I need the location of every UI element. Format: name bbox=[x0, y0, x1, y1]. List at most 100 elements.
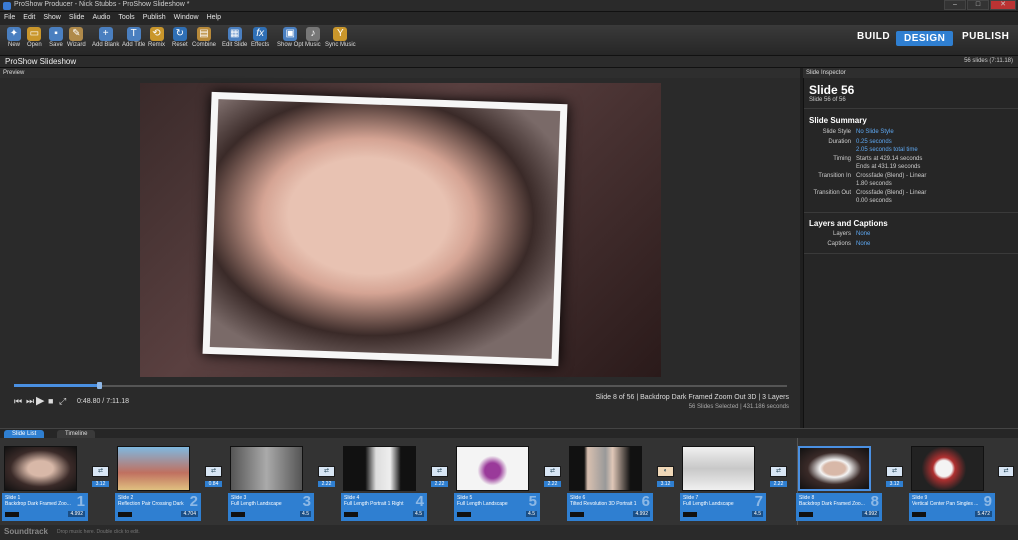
transition-icon[interactable]: ⇄ bbox=[431, 466, 448, 477]
preview-photo-frame bbox=[202, 91, 568, 367]
soundtrack-hint: Drop music here. Double click to edit. bbox=[57, 529, 140, 535]
slide-icons bbox=[344, 512, 358, 517]
edit-slide-button[interactable]: ▦ Edit Slide bbox=[222, 27, 247, 48]
style-label: Slide Style bbox=[822, 129, 851, 135]
menu-help[interactable]: Help bbox=[203, 12, 225, 23]
transition-icon[interactable]: ⇄ bbox=[998, 466, 1014, 477]
transition-icon[interactable]: ⇄ bbox=[205, 466, 222, 477]
menu-audio[interactable]: Audio bbox=[88, 12, 114, 23]
wizard-button[interactable]: ✎ Wizard bbox=[67, 27, 86, 48]
remix-button[interactable]: ⟲ Remix bbox=[148, 27, 165, 48]
slide-item[interactable]: Slide 7 Full Length Landscape 7 4.5 bbox=[680, 493, 766, 521]
slide-icons bbox=[683, 512, 697, 517]
slide-thumbnail[interactable] bbox=[4, 446, 77, 491]
add-blank-button[interactable]: + Add Blank bbox=[92, 27, 119, 48]
slide-item[interactable]: Slide 9 Vertical Center Pan Singles ... 9 5… bbox=[909, 493, 995, 521]
slide-thumbnail[interactable] bbox=[569, 446, 642, 491]
app-icon bbox=[3, 2, 11, 10]
new-button[interactable]: ✦ New bbox=[7, 27, 21, 48]
timing-label: Timing bbox=[833, 156, 851, 162]
transition-duration[interactable]: 3.12 bbox=[886, 481, 903, 487]
combine-button[interactable]: ▤ Combine bbox=[192, 27, 216, 48]
design-mode-button[interactable]: DESIGN bbox=[896, 31, 954, 46]
add-blank-icon: + bbox=[98, 27, 113, 41]
soundtrack-label: Soundtrack bbox=[4, 527, 49, 536]
transition-duration[interactable]: 3.12 bbox=[657, 481, 674, 487]
transition-duration[interactable]: 2.22 bbox=[318, 481, 335, 487]
slide-thumbnail[interactable] bbox=[343, 446, 416, 491]
maximize-button[interactable]: □ bbox=[967, 0, 989, 10]
duration-total: 2.05 seconds total time bbox=[856, 147, 918, 153]
effects-button[interactable]: fx Effects bbox=[251, 27, 269, 48]
style-value[interactable]: No Slide Style bbox=[856, 129, 894, 135]
reset-icon: ↻ bbox=[172, 27, 187, 41]
duration-value[interactable]: 0.25 seconds bbox=[856, 139, 892, 145]
minimize-button[interactable]: – bbox=[944, 0, 966, 10]
slide-thumbnail[interactable] bbox=[682, 446, 755, 491]
slide-thumbnail[interactable] bbox=[456, 446, 529, 491]
menu-publish[interactable]: Publish bbox=[139, 12, 170, 23]
soundtrack-bar[interactable]: Soundtrack Drop music here. Double click… bbox=[0, 525, 1018, 540]
transition-duration[interactable]: 3.12 bbox=[92, 481, 109, 487]
transition-out-value: Crossfade (Blend) - Linear bbox=[856, 190, 927, 196]
effects-icon: fx bbox=[253, 27, 268, 41]
menu-file[interactable]: File bbox=[0, 12, 19, 23]
step-back-icon[interactable]: ⏭ bbox=[26, 396, 34, 407]
window-title: ProShow Producer - Nick Stubbs - ProShow… bbox=[14, 1, 190, 8]
transition-duration[interactable]: 2.22 bbox=[770, 481, 787, 487]
transition-duration[interactable]: 2.22 bbox=[544, 481, 561, 487]
slide-item[interactable]: Slide 5 Full Length Landscape 5 4.5 bbox=[454, 493, 540, 521]
menu-tools[interactable]: Tools bbox=[114, 12, 138, 23]
menu-show[interactable]: Show bbox=[39, 12, 65, 23]
sync-music-button[interactable]: Y Sync Music bbox=[325, 27, 356, 48]
menu-slide[interactable]: Slide bbox=[65, 12, 89, 23]
menu-edit[interactable]: Edit bbox=[19, 12, 39, 23]
slide-icons bbox=[912, 512, 926, 517]
music-button[interactable]: ♪ Music bbox=[305, 27, 321, 48]
edit-slide-icon: ▦ bbox=[227, 27, 242, 41]
slide-thumbnail[interactable] bbox=[911, 446, 984, 491]
slide-item[interactable]: Slide 1 Backdrop Dark Framed Zoo... 1 4.992 bbox=[2, 493, 88, 521]
slide-item[interactable]: Slide 6 Tilted Revolution 3D Portrait 164… bbox=[567, 493, 653, 521]
build-mode-button[interactable]: BUILD bbox=[857, 31, 890, 42]
layers-value[interactable]: None bbox=[856, 231, 870, 237]
slide-thumbnail[interactable] bbox=[798, 446, 871, 491]
progress-scrubber[interactable] bbox=[97, 382, 103, 389]
slide-item[interactable]: Slide 4 Full Length Portrait 1 Right 4 4.5 bbox=[341, 493, 427, 521]
toolbar: ✦ New ▭ Open ▪ Save ✎ Wizard + Add Blank T Add… bbox=[0, 25, 1018, 56]
transition-icon[interactable]: ⇄ bbox=[770, 466, 787, 477]
slide-thumbnail[interactable] bbox=[117, 446, 190, 491]
captions-value[interactable]: None bbox=[856, 241, 870, 247]
transition-icon[interactable]: ◐ bbox=[657, 466, 674, 477]
stop-icon[interactable]: ■ bbox=[48, 396, 53, 406]
open-button[interactable]: ▭ Open bbox=[27, 27, 42, 48]
menu-window[interactable]: Window bbox=[170, 12, 203, 23]
slide-count: 56 slides (7:11.18) bbox=[964, 58, 1013, 64]
close-button[interactable]: ✕ bbox=[990, 0, 1016, 10]
progress-fill bbox=[14, 384, 100, 387]
publish-mode-button[interactable]: PUBLISH bbox=[962, 31, 1009, 42]
save-button[interactable]: ▪ Save bbox=[49, 27, 63, 48]
transition-duration[interactable]: 2.22 bbox=[431, 481, 448, 487]
duration-label: Duration bbox=[828, 139, 851, 145]
transition-icon[interactable]: ⇄ bbox=[544, 466, 561, 477]
add-title-button[interactable]: T Add Title bbox=[122, 27, 145, 48]
slide-item[interactable]: Slide 2 Reflection Pair Crossing Dark 2 4.7… bbox=[115, 493, 201, 521]
transition-icon[interactable]: ⇄ bbox=[886, 466, 903, 477]
reset-button[interactable]: ↻ Reset bbox=[172, 27, 188, 48]
slide-thumbnail[interactable] bbox=[230, 446, 303, 491]
progress-track[interactable] bbox=[14, 385, 787, 387]
open-icon: ▭ bbox=[27, 27, 42, 41]
play-icon[interactable]: ▶ bbox=[36, 394, 44, 407]
transition-icon[interactable]: ⇄ bbox=[318, 466, 335, 477]
fullscreen-icon[interactable]: ⤢ bbox=[59, 396, 66, 407]
slide-item[interactable]: Slide 8 Backdrop Dark Framed Zoo... 8 4.992 bbox=[796, 493, 882, 521]
slide-item[interactable]: Slide 3 Full Length Landscape 3 4.5 bbox=[228, 493, 314, 521]
slide-icons bbox=[5, 512, 19, 517]
captions-label: Captions bbox=[827, 241, 851, 247]
prev-icon[interactable]: ⏮ bbox=[14, 396, 22, 407]
slide-icons bbox=[118, 512, 132, 517]
transition-duration[interactable]: 0.84 bbox=[205, 481, 222, 487]
transition-icon[interactable]: ⇄ bbox=[92, 466, 109, 477]
show-opt-button[interactable]: ▣ Show Opt bbox=[277, 27, 303, 48]
